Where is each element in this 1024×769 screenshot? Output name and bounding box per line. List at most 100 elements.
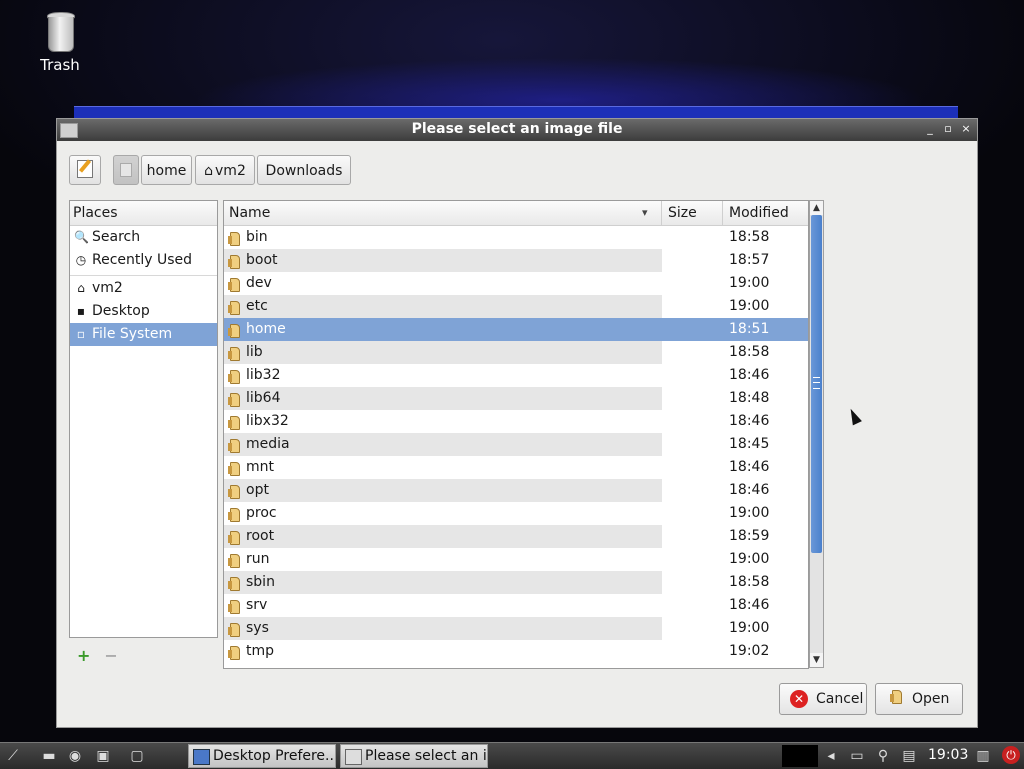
file-name-cell [224,295,662,318]
file-modified: 19:02 [729,643,770,659]
home-icon: ⌂ [77,281,85,295]
network-icon[interactable]: ▭ [848,747,866,765]
add-bookmark-button[interactable]: + [77,646,90,665]
show-desktop-icon[interactable]: ▣ [94,747,112,765]
file-name: run [246,551,270,567]
open-button[interactable]: Open [875,683,963,715]
place-desktop-label: Desktop [92,303,150,319]
place-filesystem-label: File System [92,326,173,342]
path-root-button[interactable] [113,155,139,185]
column-name-header[interactable]: Name [229,201,270,225]
column-modified-header[interactable]: Modified [729,201,789,225]
file-manager-icon[interactable]: ▬ [40,747,58,765]
scrollbar-thumb[interactable] [811,215,822,553]
file-row[interactable]: boot 18:57 [224,249,808,272]
file-name: home [246,321,286,337]
file-modified: 18:46 [729,459,770,475]
file-row[interactable]: dev 19:00 [224,272,808,295]
lock-screen-icon[interactable]: ▥ [974,747,992,765]
path-button-downloads[interactable]: Downloads [257,155,351,185]
volume-icon[interactable]: ◂ [822,747,840,765]
minimize-button[interactable]: _ [923,122,937,136]
clipboard-icon[interactable]: ▤ [900,747,918,765]
folder-icon [228,369,241,384]
file-name-cell [224,318,662,341]
file-list-scrollbar[interactable]: ▲ ▼ [809,200,824,668]
file-row[interactable]: lib64 18:48 [224,387,808,410]
folder-icon [228,415,241,430]
path-button-home[interactable]: home [141,155,192,185]
file-name: opt [246,482,269,498]
place-recently-used[interactable]: ◷ Recently Used [70,249,217,272]
file-list-header: Name ▾ Size Modified [224,201,808,226]
file-row[interactable]: media 18:45 [224,433,808,456]
window-switcher-icon[interactable]: ▢ [128,747,146,765]
folder-icon [228,461,241,476]
place-desktop[interactable]: ▪ Desktop [70,300,217,323]
file-name: mnt [246,459,274,475]
file-modified: 18:45 [729,436,770,452]
file-modified: 18:58 [729,229,770,245]
file-modified: 18:46 [729,482,770,498]
clock[interactable]: 19:03 [928,747,968,763]
file-rows: bin 18:58 boot 18:57 dev 19:00 etc 19:00 home 18:… [224,226,808,663]
sort-descending-icon: ▾ [642,206,648,219]
file-row[interactable]: home 18:51 [224,318,808,341]
file-row[interactable]: root 18:59 [224,525,808,548]
file-row[interactable]: proc 19:00 [224,502,808,525]
file-row[interactable]: srv 18:46 [224,594,808,617]
file-row[interactable]: bin 18:58 [224,226,808,249]
dialog-titlebar[interactable]: Please select an image file _ ▫ × [57,119,977,141]
file-row[interactable]: etc 19:00 [224,295,808,318]
file-modified: 19:00 [729,298,770,314]
scroll-up-arrow-icon[interactable]: ▲ [810,201,823,215]
open-folder-icon [890,689,904,707]
file-name-cell [224,525,662,548]
start-menu-icon[interactable]: ⟋ [4,747,22,765]
web-browser-icon[interactable]: ◉ [66,747,84,765]
file-row[interactable]: run 19:00 [224,548,808,571]
file-name: root [246,528,275,544]
file-row[interactable]: sys 19:00 [224,617,808,640]
file-row[interactable]: mnt 18:46 [224,456,808,479]
place-vm2[interactable]: ⌂ vm2 [70,277,217,300]
trash-desktop-icon[interactable]: Trash [32,12,88,74]
type-location-button[interactable] [69,155,101,185]
file-row[interactable]: opt 18:46 [224,479,808,502]
place-search[interactable]: 🔍 Search [70,226,217,249]
trash-label: Trash [40,56,80,74]
file-row[interactable]: tmp 19:02 [224,640,808,663]
place-file-system[interactable]: ▫ File System [70,323,217,346]
task-desktop-preferences[interactable]: Desktop Prefere... [188,744,336,768]
file-modified: 18:58 [729,344,770,360]
places-header[interactable]: Places [70,201,217,226]
file-name-cell [224,272,662,295]
close-button[interactable]: × [959,122,973,136]
maximize-button[interactable]: ▫ [941,122,955,136]
scroll-down-arrow-icon[interactable]: ▼ [810,653,823,667]
folder-icon [228,507,241,522]
file-name: lib64 [246,390,281,406]
file-row[interactable]: sbin 18:58 [224,571,808,594]
cancel-button[interactable]: ✕ Cancel [779,683,867,715]
remove-bookmark-button[interactable]: − [104,646,117,665]
file-name-cell [224,387,662,410]
file-name: lib [246,344,263,360]
clock-icon: ◷ [75,253,87,267]
column-size-header[interactable]: Size [668,201,697,225]
file-modified: 18:46 [729,367,770,383]
file-row[interactable]: libx32 18:46 [224,410,808,433]
folder-icon [228,553,241,568]
file-row[interactable]: lib32 18:46 [224,364,808,387]
file-name: libx32 [246,413,289,429]
task-select-image[interactable]: Please select an i... [340,744,488,768]
file-name: boot [246,252,278,268]
file-row[interactable]: lib 18:58 [224,341,808,364]
file-modified: 18:57 [729,252,770,268]
power-icon[interactable]: ⏻ [1002,746,1020,764]
cancel-icon: ✕ [790,690,808,708]
file-name: tmp [246,643,275,659]
folder-icon [228,277,241,292]
search-icon[interactable]: ⚲ [874,747,892,765]
path-button-vm2[interactable]: ⌂ vm2 [195,155,255,185]
